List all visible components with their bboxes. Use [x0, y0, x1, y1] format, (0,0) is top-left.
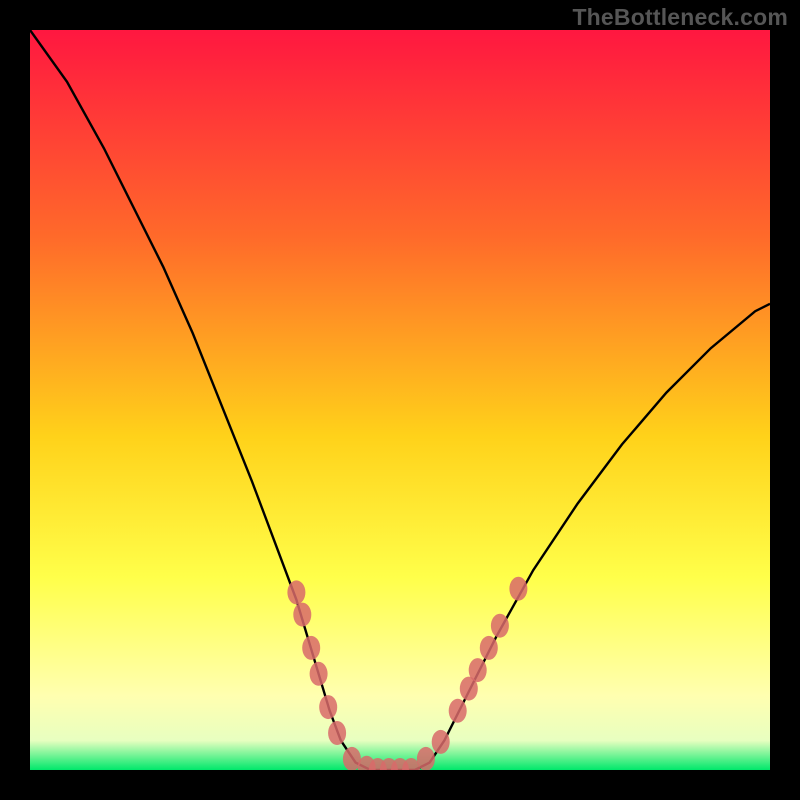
plot-area: [30, 30, 770, 770]
curve-marker: [302, 636, 320, 660]
curve-marker: [491, 614, 509, 638]
curve-marker: [480, 636, 498, 660]
curve-marker: [319, 695, 337, 719]
curve-marker: [449, 699, 467, 723]
curve-marker: [310, 662, 328, 686]
curve-marker: [287, 580, 305, 604]
curve-marker: [469, 658, 487, 682]
chart-svg: [30, 30, 770, 770]
curve-marker: [509, 577, 527, 601]
curve-marker: [328, 721, 346, 745]
curve-marker: [432, 730, 450, 754]
outer-frame: TheBottleneck.com: [0, 0, 800, 800]
watermark-text: TheBottleneck.com: [572, 4, 788, 31]
curve-marker: [293, 603, 311, 627]
curve-marker: [417, 747, 435, 770]
